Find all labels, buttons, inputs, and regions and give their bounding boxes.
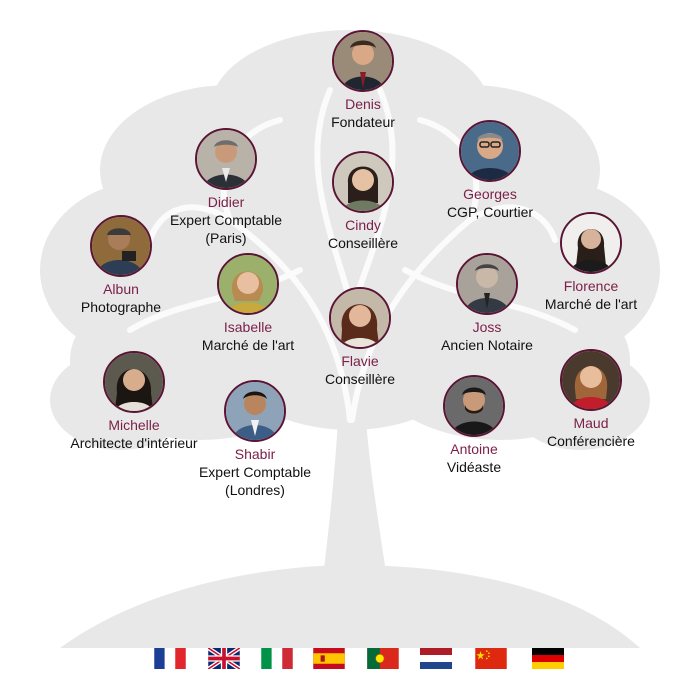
avatar [332, 151, 394, 213]
language-flags [0, 648, 700, 670]
avatar [560, 349, 622, 411]
member-shabir: Shabir Expert Comptable (Londres) [160, 380, 350, 499]
spain-flag[interactable] [313, 648, 345, 669]
member-role: Vidéaste [446, 459, 502, 475]
member-name: Shabir [234, 446, 276, 462]
germany-flag[interactable] [532, 648, 564, 669]
avatar [195, 128, 257, 190]
portugal-flag[interactable] [367, 648, 399, 669]
france-flag[interactable] [154, 648, 186, 669]
member-role: Expert Comptable (Londres) [198, 464, 312, 498]
netherlands-flag[interactable] [420, 648, 452, 669]
italy-flag[interactable] [261, 648, 293, 669]
member-name: Flavie [341, 353, 379, 369]
member-maud: Maud Conférencière [496, 349, 686, 450]
avatar [459, 120, 521, 182]
member-role: Conseillère [327, 235, 399, 251]
member-name: Denis [345, 96, 381, 112]
avatar [332, 30, 394, 92]
avatar [224, 380, 286, 442]
member-name: Cindy [345, 217, 381, 233]
member-name: Maud [573, 415, 609, 431]
china-flag[interactable] [475, 648, 507, 669]
avatar [103, 351, 165, 413]
member-role: Conférencière [547, 433, 635, 449]
uk-flag[interactable] [208, 648, 240, 669]
avatar [329, 287, 391, 349]
member-cindy: Cindy Conseillère [268, 151, 458, 252]
avatar [90, 215, 152, 277]
member-denis: Denis Fondateur [268, 30, 458, 131]
avatar [456, 253, 518, 315]
member-flavie: Flavie Conseillère [265, 287, 455, 388]
